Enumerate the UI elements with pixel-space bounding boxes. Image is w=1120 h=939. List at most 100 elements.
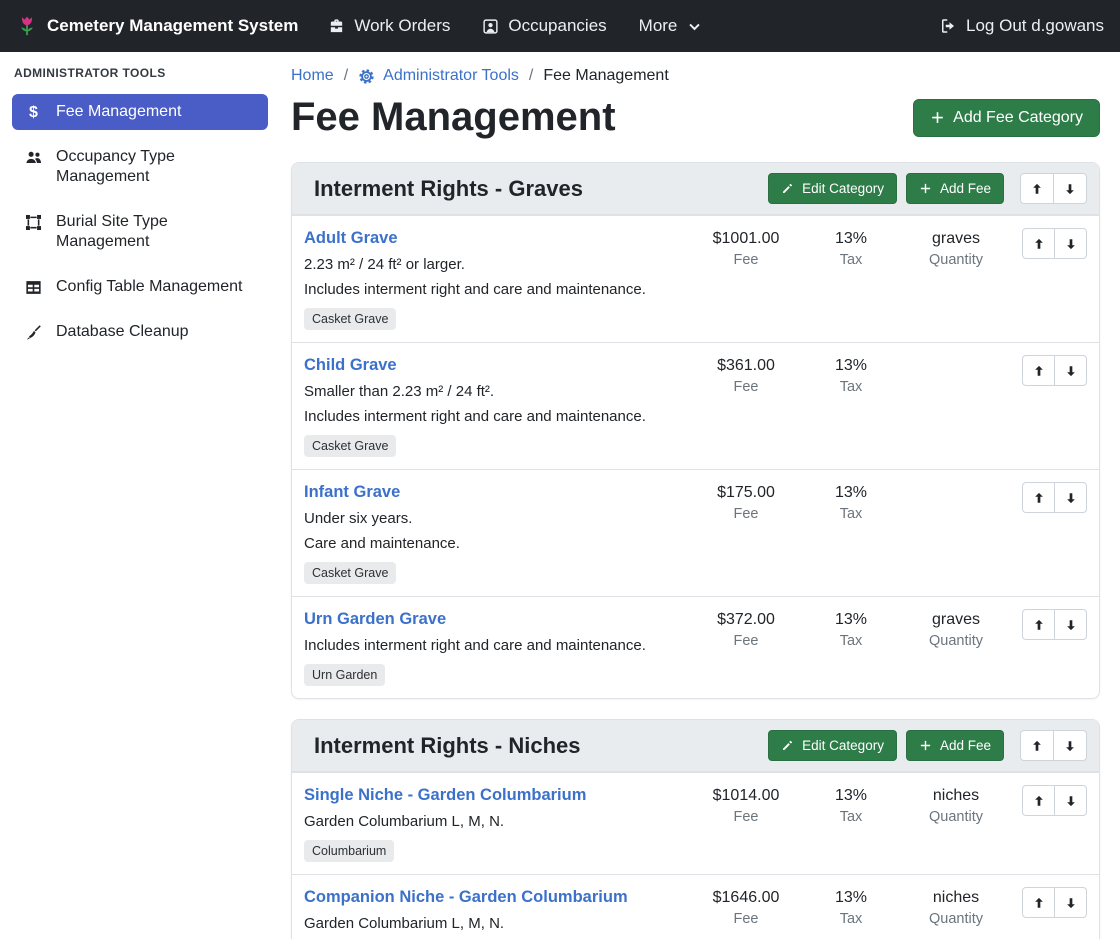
fee-description: Garden Columbarium L, M, N. <box>304 914 691 933</box>
fee-description: 2.23 m² / 24 ft² or larger. <box>304 255 691 274</box>
sidebar-item-fee-management[interactable]: $ Fee Management <box>12 94 268 130</box>
fee-name-link[interactable]: Single Niche - Garden Columbarium <box>304 785 586 806</box>
edit-category-button[interactable]: Edit Category <box>768 730 897 761</box>
arrow-down-icon <box>1064 896 1078 910</box>
dollar-icon: $ <box>24 103 43 122</box>
add-fee-category-button[interactable]: Add Fee Category <box>913 99 1100 137</box>
fee-type-badge: Casket Grave <box>304 308 396 330</box>
move-fee-up-button[interactable] <box>1022 609 1055 640</box>
fee-row-adult-grave: Adult Grave 2.23 m² / 24 ft² or larger. … <box>292 215 1099 342</box>
tax-label: Tax <box>801 379 901 395</box>
plus-icon <box>919 182 932 195</box>
sidebar-item-label: Config Table Management <box>56 277 246 297</box>
fee-label: Fee <box>691 809 801 825</box>
move-fee-up-button[interactable] <box>1022 785 1055 816</box>
fee-info: Urn Garden Grave Includes interment righ… <box>304 609 691 686</box>
arrow-up-icon <box>1032 794 1046 808</box>
move-fee-up-button[interactable] <box>1022 355 1055 386</box>
arrow-down-icon <box>1064 618 1078 632</box>
move-fee-up-button[interactable] <box>1022 887 1055 918</box>
fee-amount: $1014.00 Fee <box>691 785 801 825</box>
fee-value: $372.00 <box>691 609 801 630</box>
fee-info: Companion Niche - Garden Columbarium Gar… <box>304 887 691 939</box>
move-fee-down-button[interactable] <box>1054 785 1087 816</box>
quantity-value: niches <box>901 887 1011 908</box>
breadcrumb-separator: / <box>529 67 533 85</box>
add-fee-category-label: Add Fee Category <box>953 109 1083 127</box>
quantity-value: niches <box>901 785 1011 806</box>
category-actions: Edit Category Add Fee <box>768 173 1087 204</box>
move-fee-down-button[interactable] <box>1054 609 1087 640</box>
quantity-label: Quantity <box>901 633 1011 649</box>
plus-icon <box>930 110 945 125</box>
move-category-down-button[interactable] <box>1053 730 1087 761</box>
logout-icon <box>939 17 957 35</box>
sidebar-item-database-cleanup[interactable]: Database Cleanup <box>12 314 268 350</box>
app-brand[interactable]: Cemetery Management System <box>16 15 298 37</box>
add-fee-button[interactable]: Add Fee <box>906 173 1004 204</box>
fee-name-link[interactable]: Urn Garden Grave <box>304 609 446 630</box>
arrow-down-icon <box>1064 491 1078 505</box>
pencil-icon <box>781 182 794 195</box>
fee-label: Fee <box>691 252 801 268</box>
breadcrumb-home-link[interactable]: Home <box>291 67 334 85</box>
breadcrumb-admin-tools-link[interactable]: Administrator Tools <box>358 67 519 85</box>
fee-label: Fee <box>691 911 801 927</box>
nav-item-work-orders[interactable]: Work Orders <box>328 16 450 36</box>
fee-value: $1001.00 <box>691 228 801 249</box>
fee-quantity: niches Quantity <box>901 785 1011 825</box>
category-header: Interment Rights - Graves Edit Category <box>292 163 1099 215</box>
fee-category-card-graves: Interment Rights - Graves Edit Category <box>291 162 1100 699</box>
fee-name-link[interactable]: Companion Niche - Garden Columbarium <box>304 887 628 908</box>
add-fee-button[interactable]: Add Fee <box>906 730 1004 761</box>
fee-reorder-group <box>1022 609 1087 640</box>
tax-value: 13% <box>801 785 901 806</box>
fee-reorder-group <box>1022 355 1087 386</box>
quantity-label: Quantity <box>901 252 1011 268</box>
fee-amount: $175.00 Fee <box>691 482 801 522</box>
table-icon <box>24 278 43 297</box>
fee-row-urn-garden-grave: Urn Garden Grave Includes interment righ… <box>292 596 1099 698</box>
fee-info: Infant Grave Under six years. Care and m… <box>304 482 691 584</box>
sidebar-item-config-table-management[interactable]: Config Table Management <box>12 269 268 305</box>
fee-name-link[interactable]: Adult Grave <box>304 228 398 249</box>
sidebar-item-burial-site-type-management[interactable]: Burial Site Type Management <box>12 204 268 260</box>
move-fee-up-button[interactable] <box>1022 228 1055 259</box>
edit-category-button[interactable]: Edit Category <box>768 173 897 204</box>
sidebar-item-occupancy-type-management[interactable]: Occupancy Type Management <box>12 139 268 195</box>
nav-item-more[interactable]: More <box>639 16 702 36</box>
fee-label: Fee <box>691 506 801 522</box>
app-brand-label: Cemetery Management System <box>47 16 298 36</box>
move-fee-down-button[interactable] <box>1054 355 1087 386</box>
move-category-up-button[interactable] <box>1020 730 1054 761</box>
nav-item-label: Work Orders <box>354 16 450 36</box>
logout-button[interactable]: Log Out d.gowans <box>939 16 1104 36</box>
fee-info: Adult Grave 2.23 m² / 24 ft² or larger. … <box>304 228 691 330</box>
fee-value: $361.00 <box>691 355 801 376</box>
pencil-icon <box>781 739 794 752</box>
nav-item-occupancies[interactable]: Occupancies <box>482 16 606 36</box>
fee-description: Smaller than 2.23 m² / 24 ft². <box>304 382 691 401</box>
fee-name-link[interactable]: Infant Grave <box>304 482 400 503</box>
move-fee-down-button[interactable] <box>1054 887 1087 918</box>
tax-label: Tax <box>801 809 901 825</box>
tax-label: Tax <box>801 252 901 268</box>
fee-quantity: graves Quantity <box>901 609 1011 649</box>
quantity-value: graves <box>901 228 1011 249</box>
move-fee-down-button[interactable] <box>1054 482 1087 513</box>
fee-amount: $1646.00 Fee <box>691 887 801 927</box>
category-reorder-group <box>1020 730 1087 761</box>
move-fee-up-button[interactable] <box>1022 482 1055 513</box>
fee-label: Fee <box>691 379 801 395</box>
work-orders-icon <box>328 18 345 35</box>
fee-reorder-group <box>1022 482 1087 513</box>
fee-tax: 13% Tax <box>801 609 901 649</box>
arrow-down-icon <box>1064 237 1078 251</box>
arrow-down-icon <box>1064 364 1078 378</box>
fee-description: Under six years. <box>304 509 691 528</box>
move-category-up-button[interactable] <box>1020 173 1054 204</box>
move-fee-down-button[interactable] <box>1054 228 1087 259</box>
fee-name-link[interactable]: Child Grave <box>304 355 397 376</box>
page-header: Fee Management Add Fee Category <box>291 95 1100 140</box>
move-category-down-button[interactable] <box>1053 173 1087 204</box>
